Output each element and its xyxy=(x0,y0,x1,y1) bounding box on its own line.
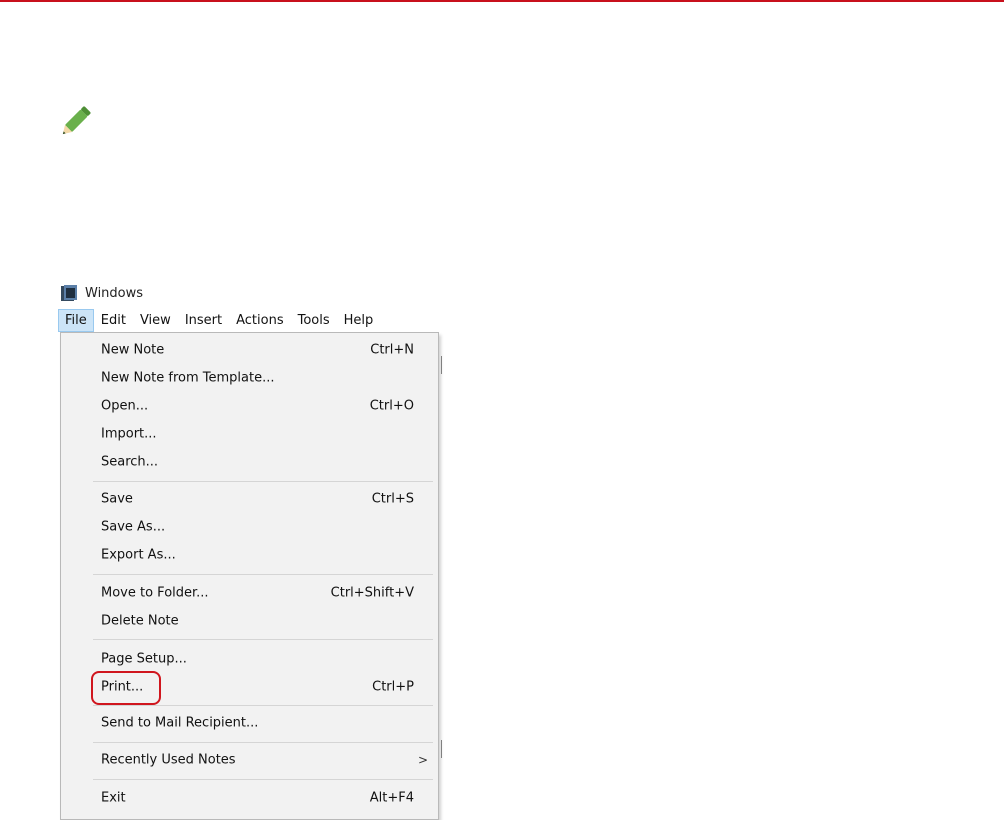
menu-item-page-setup[interactable]: Page Setup... xyxy=(61,645,438,673)
menu-separator xyxy=(93,574,433,575)
menu-edit[interactable]: Edit xyxy=(94,309,133,332)
print-highlight-box xyxy=(91,671,161,705)
menu-item-label: Exit xyxy=(101,790,126,806)
menu-item-label: Import... xyxy=(101,426,157,442)
menu-item-move-to-folder[interactable]: Move to Folder... Ctrl+Shift+V xyxy=(61,579,438,607)
menu-item-label: New Note from Template... xyxy=(101,370,275,386)
menu-item-label: Save As... xyxy=(101,519,166,535)
menu-item-shortcut: Ctrl+P xyxy=(372,679,414,695)
menu-item-new-note-from-template[interactable]: New Note from Template... xyxy=(61,364,438,392)
menu-item-shortcut: Ctrl+Shift+V xyxy=(330,585,414,601)
menu-item-shortcut: Ctrl+O xyxy=(369,398,414,414)
menu-item-label: Move to Folder... xyxy=(101,585,209,601)
menu-tools[interactable]: Tools xyxy=(291,309,337,332)
menu-item-label: Save xyxy=(101,491,133,507)
menu-item-label: Open... xyxy=(101,398,149,414)
menu-item-delete-note[interactable]: Delete Note xyxy=(61,607,438,635)
chevron-right-icon: > xyxy=(417,753,428,767)
menu-item-exit[interactable]: Exit Alt+F4 xyxy=(61,784,438,812)
menu-item-new-note[interactable]: New Note Ctrl+N xyxy=(61,336,438,364)
background-window-edge xyxy=(441,356,442,374)
menu-item-label: Page Setup... xyxy=(101,651,187,667)
menu-item-recently-used-notes[interactable]: Recently Used Notes > xyxy=(61,746,438,774)
menu-item-label: Recently Used Notes xyxy=(101,752,236,768)
menu-item-shortcut: Alt+F4 xyxy=(369,790,414,806)
menu-item-save-as[interactable]: Save As... xyxy=(61,513,438,541)
menu-item-label: Delete Note xyxy=(101,613,179,629)
menu-item-label: New Note xyxy=(101,342,165,358)
background-window-edge xyxy=(441,740,442,758)
menu-separator xyxy=(93,481,433,482)
menu-item-label: Export As... xyxy=(101,547,176,563)
file-menu-dropdown: New Note Ctrl+N New Note from Template..… xyxy=(60,332,439,820)
menu-separator xyxy=(93,742,433,743)
menu-view[interactable]: View xyxy=(133,309,178,332)
menu-item-shortcut: Ctrl+S xyxy=(371,491,414,507)
menu-item-export-as[interactable]: Export As... xyxy=(61,541,438,569)
menu-separator xyxy=(93,779,433,780)
menu-insert[interactable]: Insert xyxy=(178,309,229,332)
menu-item-label: Search... xyxy=(101,454,159,470)
window-title: Windows xyxy=(85,285,144,301)
menu-item-shortcut: Ctrl+N xyxy=(370,342,414,358)
menu-help[interactable]: Help xyxy=(337,309,381,332)
menu-item-search[interactable]: Search... xyxy=(61,448,438,476)
menu-file[interactable]: File xyxy=(58,309,94,332)
menu-bar: File Edit View Insert Actions Tools Help xyxy=(58,309,380,332)
menu-item-save[interactable]: Save Ctrl+S xyxy=(61,485,438,513)
menu-separator xyxy=(93,705,433,706)
top-rule xyxy=(0,0,1004,2)
menu-item-label: Send to Mail Recipient... xyxy=(101,715,259,731)
menu-item-send-to-mail-recipient[interactable]: Send to Mail Recipient... xyxy=(61,709,438,737)
window-title-bar: Windows xyxy=(60,283,143,303)
menu-actions[interactable]: Actions xyxy=(229,309,291,332)
pencil-icon xyxy=(62,106,91,135)
menu-item-open[interactable]: Open... Ctrl+O xyxy=(61,392,438,420)
menu-item-import[interactable]: Import... xyxy=(61,420,438,448)
menu-separator xyxy=(93,639,433,640)
notes-app-icon xyxy=(61,285,77,301)
